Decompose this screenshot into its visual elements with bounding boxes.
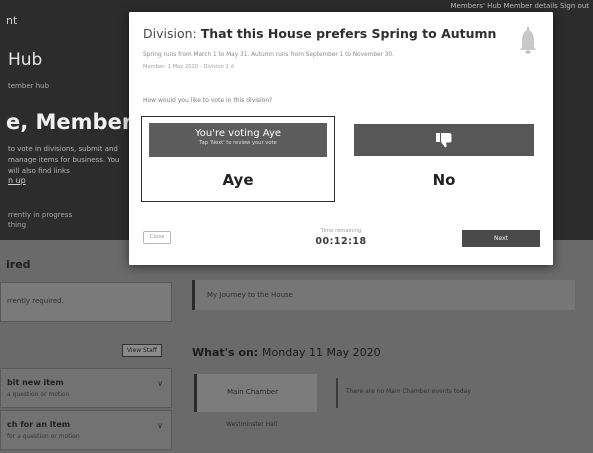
vote-question: How would you like to vote in this divis… <box>143 97 273 104</box>
signup-link[interactable]: n up <box>8 176 26 185</box>
tab-main-chamber[interactable]: Main Chamber <box>194 374 317 412</box>
chevron-down-icon: ∨ <box>157 421 163 430</box>
next-button[interactable]: Next <box>462 230 540 247</box>
thumbs-down-icon <box>436 133 452 148</box>
aye-banner-title: You're voting Aye <box>194 128 282 139</box>
no-event-notice: There are no Main Chamber events today <box>336 378 574 408</box>
chevron-down-icon: ∨ <box>157 379 163 388</box>
bell-icon <box>520 27 536 54</box>
division-modal: Division: That this House prefers Spring… <box>129 12 553 265</box>
aye-selected-banner[interactable]: You're voting Aye Tap 'Next' to review y… <box>149 123 327 157</box>
top-navigation[interactable]: Members' Hub Member details Sign out <box>451 2 589 10</box>
no-event-text: There are no Main Chamber events today <box>346 388 471 395</box>
list-item-title: bit new item <box>7 378 64 387</box>
progress-text: rrently in progress thing <box>8 211 73 229</box>
whats-on-heading: What's on: Monday 11 May 2020 <box>192 346 381 359</box>
division-description: Spring runs from March 1 to May 31. Autu… <box>143 52 395 58</box>
view-all-button[interactable]: View Staff <box>121 344 162 357</box>
right-panel: My Journey to the House What's on: Monda… <box>186 240 593 453</box>
division-meta: Member: 1 May 2020 - Division 1 d <box>143 64 234 70</box>
hub-title: Hub <box>8 50 43 70</box>
tab-westminster-hall[interactable]: Westminster Hall <box>226 421 277 428</box>
required-heading: ired <box>6 258 31 271</box>
time-remaining-label: Time remaining <box>320 228 362 234</box>
hub-subtitle: tember hub <box>8 82 50 90</box>
no-button[interactable] <box>354 124 534 156</box>
aye-banner-hint: Tap 'Next' to review your vote <box>199 140 277 146</box>
main-chamber-label: Main Chamber <box>227 388 278 396</box>
journey-text: My Journey to the House <box>207 291 293 299</box>
welcome-description: to vote in divisions, submit and manage … <box>8 145 120 175</box>
time-remaining-value: 00:12:18 <box>315 236 367 247</box>
list-item[interactable]: bit new item a question or motion ∨ <box>0 368 172 408</box>
modal-title: Division: That this House prefers Spring… <box>143 26 496 41</box>
required-card-text: rrently required. <box>7 297 64 305</box>
journey-box[interactable]: My Journey to the House <box>192 280 575 310</box>
no-label: No <box>432 171 456 189</box>
aye-option[interactable]: You're voting Aye Tap 'Next' to review y… <box>141 116 335 202</box>
required-card: rrently required. <box>0 282 172 322</box>
modal-title-prefix: Division: <box>143 26 197 41</box>
whats-on-date: Monday 11 May 2020 <box>262 346 381 359</box>
site-label: nt <box>6 14 18 27</box>
modal-title-main: That this House prefers Spring to Autumn <box>200 26 497 41</box>
left-panel: ired rrently required. View Staff bit ne… <box>0 240 180 453</box>
list-item-subtitle: for a question or motion <box>7 433 80 440</box>
whats-on-prefix: What's on: <box>192 346 259 359</box>
list-item[interactable]: ch for an item for a question or motion … <box>0 410 172 450</box>
close-button[interactable]: Close <box>143 231 171 244</box>
no-option[interactable]: No <box>354 116 534 200</box>
items-section-bar: View Staff <box>6 340 170 360</box>
list-item-subtitle: a question or motion <box>7 391 70 398</box>
aye-label: Aye <box>222 171 254 189</box>
page-content: ired rrently required. View Staff bit ne… <box>0 240 593 453</box>
list-item-title: ch for an item <box>7 420 71 429</box>
